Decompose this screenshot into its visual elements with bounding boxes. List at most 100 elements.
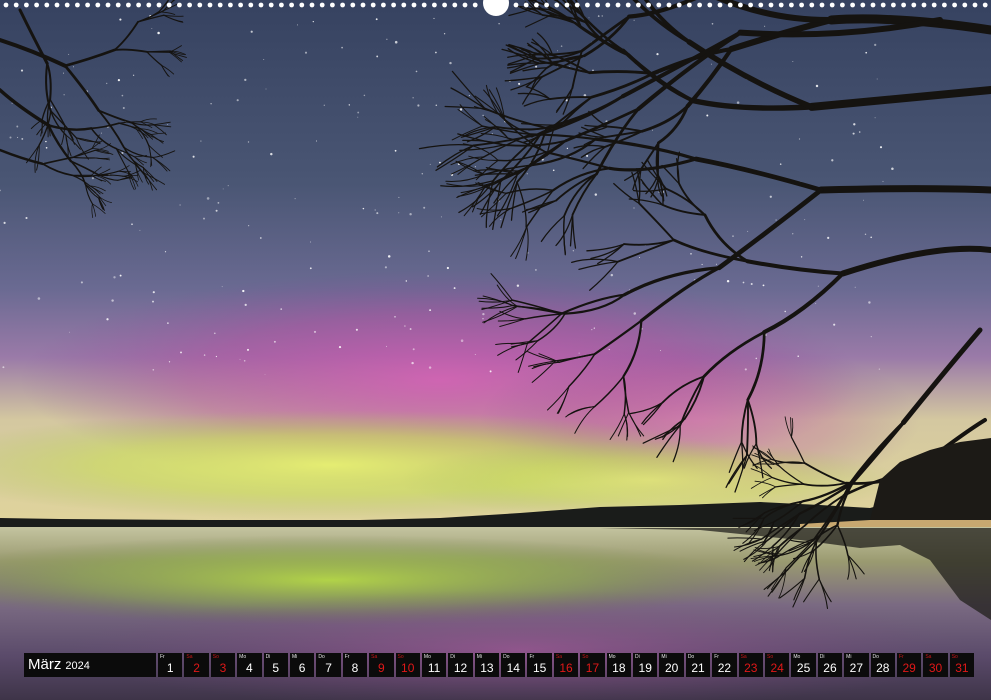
star xyxy=(210,102,212,105)
star xyxy=(16,125,19,128)
day-cell: Fr 1 xyxy=(158,653,183,677)
star xyxy=(9,136,12,139)
day-weekday: Mo xyxy=(793,654,801,660)
day-cell: Mi 20 xyxy=(659,653,684,677)
star xyxy=(482,114,484,117)
day-weekday: So xyxy=(397,654,404,660)
day-cell: So 24 xyxy=(764,653,790,677)
star xyxy=(433,17,435,19)
day-weekday: Mi xyxy=(476,654,482,660)
day-weekday: Di xyxy=(450,654,456,660)
day-number: 14 xyxy=(506,661,520,675)
tree-branch xyxy=(72,156,95,159)
day-number: 15 xyxy=(532,661,547,675)
star xyxy=(446,266,450,270)
binding-hole xyxy=(768,2,774,8)
star xyxy=(411,361,414,365)
star xyxy=(157,31,160,35)
binding-hole xyxy=(544,2,549,8)
day-weekday: Sa xyxy=(186,654,193,660)
star xyxy=(597,15,600,17)
star xyxy=(586,154,589,157)
binding-hole xyxy=(911,2,917,8)
binding-hole xyxy=(942,2,947,8)
binding-hole xyxy=(819,2,825,8)
star xyxy=(122,106,125,110)
binding-hole xyxy=(136,2,142,8)
day-weekday: Sa xyxy=(925,654,932,660)
binding-hole xyxy=(523,2,529,8)
star xyxy=(732,235,734,237)
star xyxy=(376,55,379,58)
binding-hole xyxy=(401,2,407,8)
binding-hole xyxy=(452,2,458,8)
star xyxy=(294,198,296,200)
day-weekday: Di xyxy=(265,654,271,660)
star xyxy=(594,193,598,196)
day-weekday: So xyxy=(582,654,589,660)
star xyxy=(792,61,794,62)
binding-hole xyxy=(646,2,651,8)
day-number: 6 xyxy=(298,661,306,675)
star xyxy=(215,209,218,212)
star xyxy=(309,267,312,270)
binding-hole xyxy=(115,2,121,8)
star xyxy=(227,185,229,187)
star xyxy=(221,286,223,288)
day-cell: Fr 29 xyxy=(896,653,922,677)
binding-hole xyxy=(666,2,672,8)
star xyxy=(247,348,249,351)
star xyxy=(639,257,640,259)
binding-hole xyxy=(340,2,345,8)
day-weekday: Fr xyxy=(344,654,350,660)
day-cell: Sa 23 xyxy=(738,653,763,677)
day-number: 18 xyxy=(612,661,626,675)
binding-hole xyxy=(156,2,162,8)
star xyxy=(398,196,400,198)
star xyxy=(239,358,241,360)
star xyxy=(870,236,873,239)
star xyxy=(243,360,246,362)
binding-hole xyxy=(411,2,417,8)
star xyxy=(374,209,376,211)
binding-hole xyxy=(982,2,988,8)
star xyxy=(222,188,224,190)
day-cell: Do 14 xyxy=(501,653,526,677)
star xyxy=(68,53,70,55)
star xyxy=(405,280,407,282)
star xyxy=(387,255,391,258)
star xyxy=(394,40,398,44)
day-number: 24 xyxy=(770,661,784,675)
star xyxy=(429,309,432,312)
star xyxy=(167,322,169,324)
binding-hole xyxy=(860,2,866,8)
star xyxy=(633,19,635,21)
binding-hole xyxy=(381,2,386,8)
day-number: 27 xyxy=(849,661,864,675)
star xyxy=(566,147,569,150)
star xyxy=(316,140,317,142)
binding-hole xyxy=(391,2,396,8)
star xyxy=(428,366,432,369)
binding-hole xyxy=(921,2,927,8)
star xyxy=(747,230,749,232)
day-number: 1 xyxy=(166,661,174,675)
day-cell: Fr 22 xyxy=(712,653,737,677)
day-weekday: So xyxy=(951,654,958,660)
star xyxy=(500,218,502,220)
binding-hole xyxy=(656,2,662,8)
star xyxy=(25,216,28,220)
binding-hole xyxy=(972,2,978,8)
star xyxy=(633,207,635,209)
star xyxy=(348,104,350,106)
star xyxy=(164,251,167,253)
star xyxy=(280,308,283,310)
star xyxy=(742,281,745,284)
day-weekday: Do xyxy=(872,654,879,660)
star xyxy=(784,310,786,313)
binding-hole xyxy=(350,2,356,8)
day-number: 31 xyxy=(955,661,969,675)
star xyxy=(215,355,218,358)
star xyxy=(874,43,877,47)
binding-hole xyxy=(3,2,9,8)
